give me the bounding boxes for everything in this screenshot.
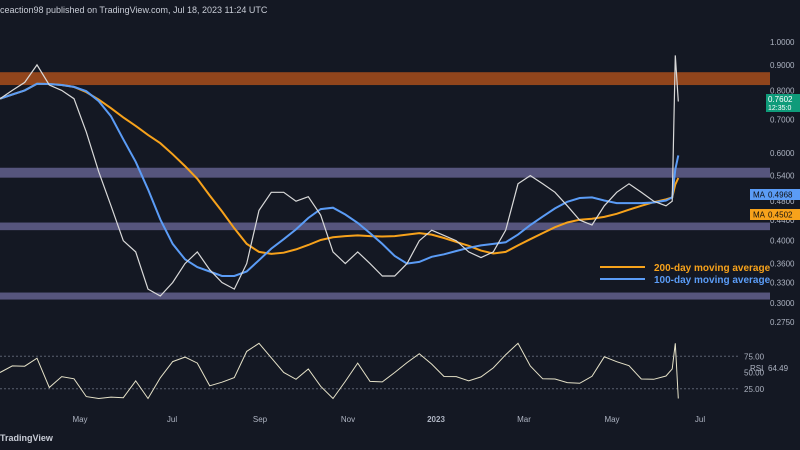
time-tick-label: Nov (341, 415, 355, 424)
price-tick-label: 0.6000 (770, 149, 795, 158)
legend-label: 100-day moving average (654, 275, 771, 286)
ma-badge-value: 0.4502 (768, 211, 793, 220)
ma-badge-label: MA (753, 191, 766, 200)
zone-support-2 (0, 222, 770, 231)
zone-resistance-0 (0, 72, 770, 86)
time-tick-label: May (604, 415, 619, 424)
time-tick-label: Mar (517, 415, 531, 424)
rsi-label: RSI (750, 364, 763, 373)
price-tick-label: 0.3300 (770, 278, 795, 287)
rsi-layer: 75.0050.0025.00RSI 64.49 (0, 342, 789, 400)
time-tick-label: Jul (695, 415, 705, 424)
price-tick-label: 0.7000 (770, 115, 795, 124)
last-price-value: 0.7602 (768, 95, 793, 104)
price-tick-label: 0.9000 (770, 61, 795, 70)
price-tick-label: 0.5400 (770, 172, 795, 181)
price-tick-label: 1.0000 (770, 38, 795, 47)
rsi-tick-label: 25.00 (744, 385, 765, 394)
price-tick-label: 0.3000 (770, 299, 795, 308)
price-tick-label: 0.4000 (770, 237, 795, 246)
last-price-countdown: 12:35:0 (768, 105, 791, 112)
price-chart[interactable]: 75.0050.0025.00RSI 64.49 1.00000.90000.80… (0, 0, 800, 450)
price-tick-label: 0.3600 (770, 260, 795, 269)
rsi-line (0, 342, 679, 400)
time-tick-label: May (72, 415, 87, 424)
zone-support-1 (0, 167, 770, 178)
time-tick-label: Sep (253, 415, 268, 424)
legend-label: 200-day moving average (654, 263, 771, 274)
legend-layer: 200-day moving average100-day moving ave… (600, 263, 771, 286)
price-tick-label: 0.2750 (770, 318, 795, 327)
rsi-value: 64.49 (768, 364, 789, 373)
time-tick-label: Jul (167, 415, 177, 424)
rsi-tick-label: 75.00 (744, 352, 765, 361)
ma-badge-value: 0.4968 (768, 191, 793, 200)
ma-badge-label: MA (753, 211, 766, 220)
zone-support-3 (0, 292, 770, 300)
time-tick-label: 2023 (427, 415, 445, 424)
tradingview-logo: TradingView (0, 433, 53, 443)
